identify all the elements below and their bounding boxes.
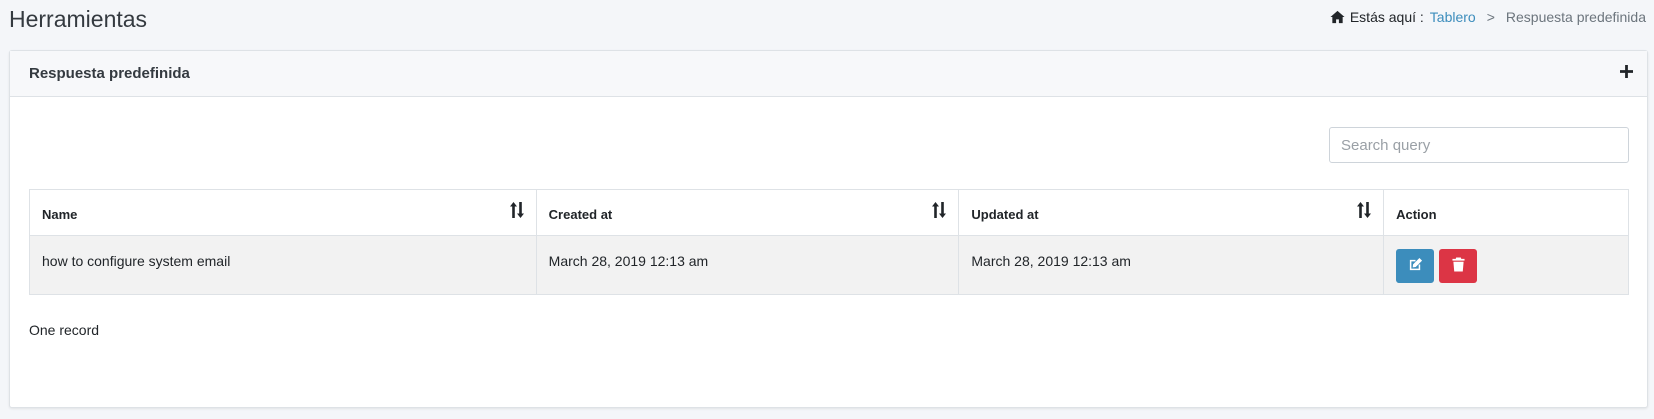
edit-button[interactable] bbox=[1396, 249, 1435, 283]
cell-created-at: March 28, 2019 12:13 am bbox=[535, 235, 960, 295]
page-header: Herramientas Estás aquí : Tablero > Resp… bbox=[0, 0, 1654, 48]
column-header-created-at[interactable]: Created at bbox=[535, 189, 960, 236]
column-header-label: Updated at bbox=[971, 207, 1039, 222]
sort-icon[interactable] bbox=[1357, 202, 1372, 218]
delete-button[interactable] bbox=[1439, 249, 1477, 283]
column-header-action: Action bbox=[1383, 189, 1629, 236]
plus-icon[interactable] bbox=[1617, 62, 1635, 80]
breadcrumb-link-tablero[interactable]: Tablero bbox=[1430, 9, 1476, 25]
card: Respuesta predefinida Name Created at bbox=[9, 50, 1648, 408]
card-title: Respuesta predefinida bbox=[29, 65, 190, 82]
breadcrumb: Estás aquí : Tablero > Respuesta predefi… bbox=[1330, 9, 1646, 25]
column-header-label: Created at bbox=[548, 207, 613, 222]
home-icon bbox=[1330, 10, 1345, 24]
column-header-updated-at[interactable]: Updated at bbox=[958, 189, 1385, 236]
table-header-row: Name Created at Updated at Action bbox=[29, 189, 1629, 236]
column-header-label: Action bbox=[1396, 207, 1437, 222]
breadcrumb-separator: > bbox=[1486, 9, 1495, 25]
page-title: Herramientas bbox=[9, 6, 148, 32]
column-header-name[interactable]: Name bbox=[29, 189, 537, 236]
table-row: how to configure system email March 28, … bbox=[29, 235, 1629, 295]
sort-icon[interactable] bbox=[932, 202, 947, 218]
edit-icon bbox=[1408, 257, 1423, 275]
cell-actions bbox=[1383, 235, 1629, 295]
cell-updated-at: March 28, 2019 12:13 am bbox=[958, 235, 1385, 295]
card-header: Respuesta predefinida bbox=[10, 51, 1647, 97]
trash-icon bbox=[1451, 257, 1465, 275]
record-count: One record bbox=[29, 322, 100, 338]
search-input[interactable] bbox=[1329, 127, 1629, 163]
breadcrumb-current: Respuesta predefinida bbox=[1505, 9, 1646, 25]
sort-icon[interactable] bbox=[509, 202, 524, 218]
cell-name: how to configure system email bbox=[29, 235, 537, 295]
breadcrumb-prefix: Estás aquí : bbox=[1349, 9, 1424, 25]
data-table: Name Created at Updated at Action how to… bbox=[29, 189, 1629, 295]
column-header-label: Name bbox=[42, 207, 78, 222]
